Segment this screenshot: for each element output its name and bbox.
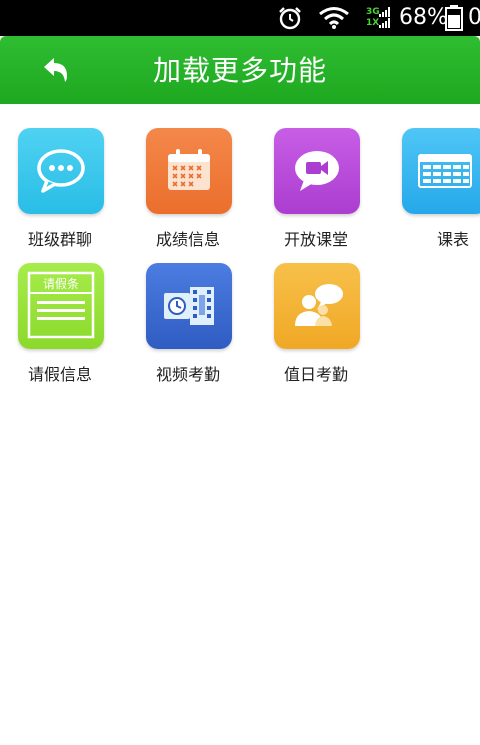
alarm-icon: [279, 7, 301, 30]
leave-slip-icon: 请假条: [18, 263, 104, 349]
battery-percent: 68%: [399, 5, 448, 30]
leave-slip-text: 请假条: [43, 277, 79, 291]
signal-bars-icon: [379, 7, 390, 17]
feature-grades[interactable]: 成绩信息: [128, 128, 248, 252]
signal-bars-icon: [379, 18, 390, 28]
battery-icon: [445, 5, 463, 31]
timetable-icon: [402, 128, 480, 214]
feature-label: 班级群聊: [27, 230, 92, 249]
video-chat-icon: [274, 128, 360, 214]
clock: 0: [468, 5, 480, 30]
feature-label: 课表: [436, 230, 469, 249]
feature-video-attendance[interactable]: 视频考勤: [128, 263, 248, 387]
status-bar: 3G 1X 68% 0: [0, 0, 480, 36]
title-bar: 加载更多功能: [0, 36, 480, 104]
feature-label: 开放课堂: [283, 230, 348, 249]
people-speech-icon: [274, 263, 360, 349]
feature-label: 视频考勤: [155, 365, 220, 384]
feature-open-class[interactable]: 开放课堂: [256, 128, 376, 252]
feature-duty-attendance[interactable]: 值日考勤: [256, 263, 376, 387]
feature-label: 成绩信息: [155, 230, 220, 249]
page-title: 加载更多功能: [152, 54, 327, 87]
feature-class-chat[interactable]: 班级群聊: [0, 128, 120, 252]
mobile-network-indicator: 3G 1X: [366, 5, 396, 31]
wifi-icon: [319, 7, 349, 29]
feature-leave-info[interactable]: 请假条 请假信息: [0, 263, 120, 387]
chat-bubble-icon: [18, 128, 104, 214]
feature-timetable[interactable]: 课表: [384, 128, 480, 252]
feature-label: 请假信息: [27, 365, 92, 384]
calendar-grades-icon: [146, 128, 232, 214]
film-clock-icon: [146, 263, 232, 349]
feature-label: 值日考勤: [283, 365, 348, 384]
